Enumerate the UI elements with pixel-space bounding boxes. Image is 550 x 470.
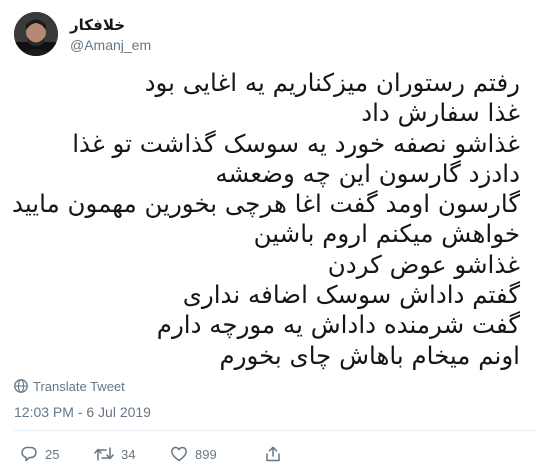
tweet-timestamp[interactable]: 12:03 PM - 6 Jul 2019 [14, 404, 151, 420]
tweet-text-line: غذا سفارش داد [361, 98, 520, 128]
reply-count: 25 [45, 446, 60, 462]
translate-tweet-button[interactable]: Translate Tweet [14, 377, 125, 395]
retweet-icon [94, 447, 114, 461]
tweet-text-line: غذاشو نصفه خورد یه سوسک گذاشت تو غذا [72, 128, 520, 158]
tweet-text-line: گفت شرمنده داداش یه مورچه دارم [156, 310, 520, 340]
tweet-text-line: دادزد گارسون این چه وضعشه [215, 158, 520, 188]
user-handle[interactable]: @Amanj_em [70, 37, 151, 53]
avatar-photo [14, 12, 58, 56]
reply-button[interactable]: 25 [20, 444, 59, 464]
globe-icon [14, 379, 28, 393]
heart-icon [171, 446, 187, 462]
reply-icon [21, 446, 37, 462]
like-count: 899 [195, 446, 217, 462]
retweet-count: 34 [121, 446, 136, 462]
tweet-text-line: گارسون اومد گفت اغا هرچی بخورین مهمون ما… [12, 189, 520, 219]
divider [14, 430, 536, 431]
tweet-text-line: غذاشو عوض کردن [327, 249, 520, 279]
tweet-actions: 25 34 899 [14, 444, 534, 464]
display-name[interactable]: خلافکار [70, 16, 125, 34]
tweet-text-line: رفتم رستوران میزکناریم یه اغایی بود [144, 68, 520, 97]
tweet-text-line: اونم میخام باهاش چای بخورم [219, 340, 520, 370]
like-button[interactable]: 899 [170, 444, 217, 464]
share-icon [266, 446, 280, 462]
avatar[interactable] [14, 12, 58, 56]
retweet-button[interactable]: 34 [94, 444, 135, 464]
tweet-text-line: خواهش میکنم اروم باشین [253, 219, 520, 249]
tweet-text: رفتم رستوران میزکناریم یه اغایی بود غذا … [12, 68, 520, 371]
translate-label: Translate Tweet [33, 378, 125, 394]
tweet-header: خلافکار @Amanj_em [14, 12, 534, 56]
tweet-text-line: گفتم داداش سوسک اضافه نداری [182, 280, 520, 310]
share-button[interactable] [264, 444, 282, 464]
tweet-card: خلافکار @Amanj_em رفتم رستوران میزکناریم… [0, 0, 550, 470]
